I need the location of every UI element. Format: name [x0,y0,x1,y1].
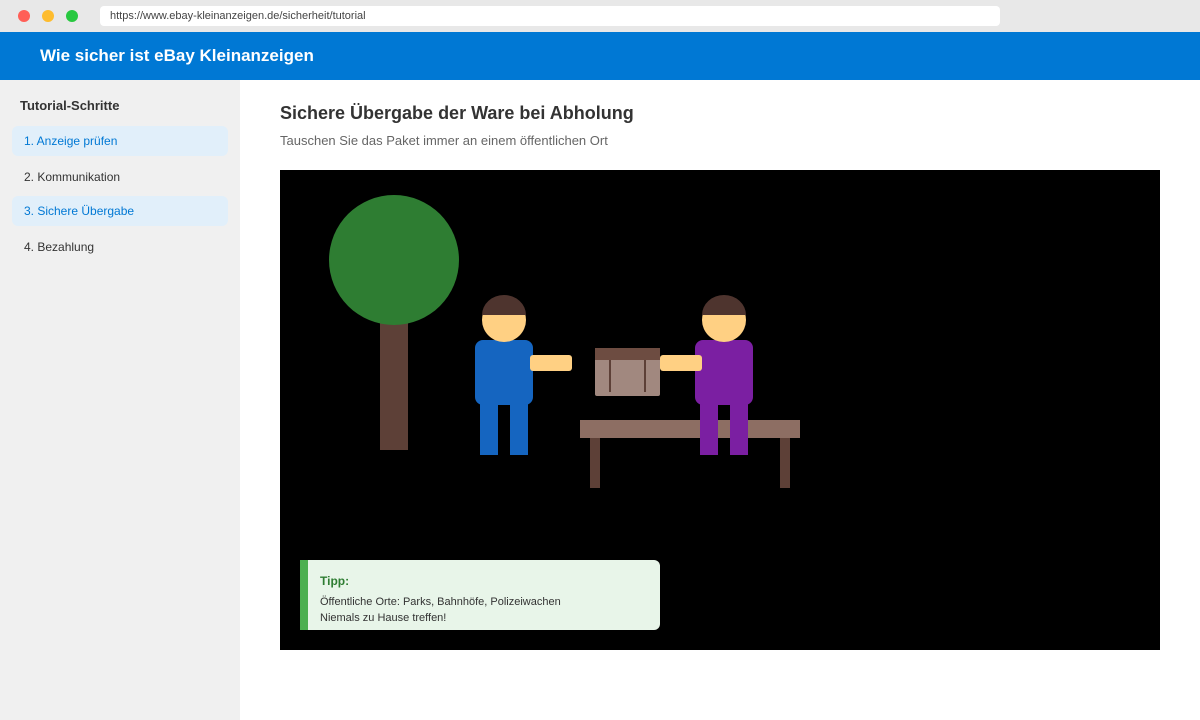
page-subtitle: Tauschen Sie das Paket immer an einem öf… [280,133,608,148]
window-minimize-button[interactable] [42,10,54,22]
app-header: Wie sicher ist eBay Kleinanzeigen [0,32,1200,80]
sidebar-item-sichere-uebergabe[interactable]: 3. Sichere Übergabe [12,196,228,226]
person-left-hair [482,295,526,315]
sidebar-item-anzeige-pruefen[interactable]: 1. Anzeige prüfen [12,126,228,156]
window-close-button[interactable] [18,10,30,22]
address-bar[interactable]: https://www.ebay-kleinanzeigen.de/sicher… [100,6,1000,26]
bench-seat [580,420,800,438]
tip-line: Niemals zu Hause treffen! [320,612,447,624]
package-icon [595,348,660,396]
tree-crown [329,195,459,325]
bench-leg-right [780,438,790,488]
tip-title: Tipp: [320,574,350,588]
person-left-arm [530,355,572,371]
sidebar-item-bezahlung[interactable]: 4. Bezahlung [12,232,228,262]
person-right-leg [730,400,748,455]
person-right-body [695,340,753,405]
tip-line: Öffentliche Orte: Parks, Bahnhöfe, Poliz… [320,596,561,608]
bench-leg-left [590,438,600,488]
person-left-body [475,340,533,405]
app-title: Wie sicher ist eBay Kleinanzeigen [40,46,314,65]
person-left-leg [480,400,498,455]
tip-box: Tipp: Öffentliche Orte: Parks, Bahnhöfe,… [300,560,660,630]
sidebar-heading: Tutorial-Schritte [20,98,120,113]
person-left-icon [475,295,572,455]
browser-chrome: https://www.ebay-kleinanzeigen.de/sicher… [0,0,1200,32]
person-left-leg [510,400,528,455]
package-strap [609,360,611,392]
person-right-arm [660,355,702,371]
bench-icon [580,420,800,488]
sidebar-item-kommunikation[interactable]: 2. Kommunikation [12,162,228,192]
package-lid [595,348,660,360]
tree-icon [329,195,459,450]
person-right-hair [702,295,746,315]
page-title: Sichere Übergabe der Ware bei Abholung [280,103,634,123]
sidebar: Tutorial-Schritte 1. Anzeige prüfen 2. K… [0,80,240,720]
tree-trunk [380,310,408,450]
window-maximize-button[interactable] [66,10,78,22]
person-right-leg [700,400,718,455]
package-strap [644,360,646,392]
illustration-scene: Tipp: Öffentliche Orte: Parks, Bahnhöfe,… [280,170,1160,650]
